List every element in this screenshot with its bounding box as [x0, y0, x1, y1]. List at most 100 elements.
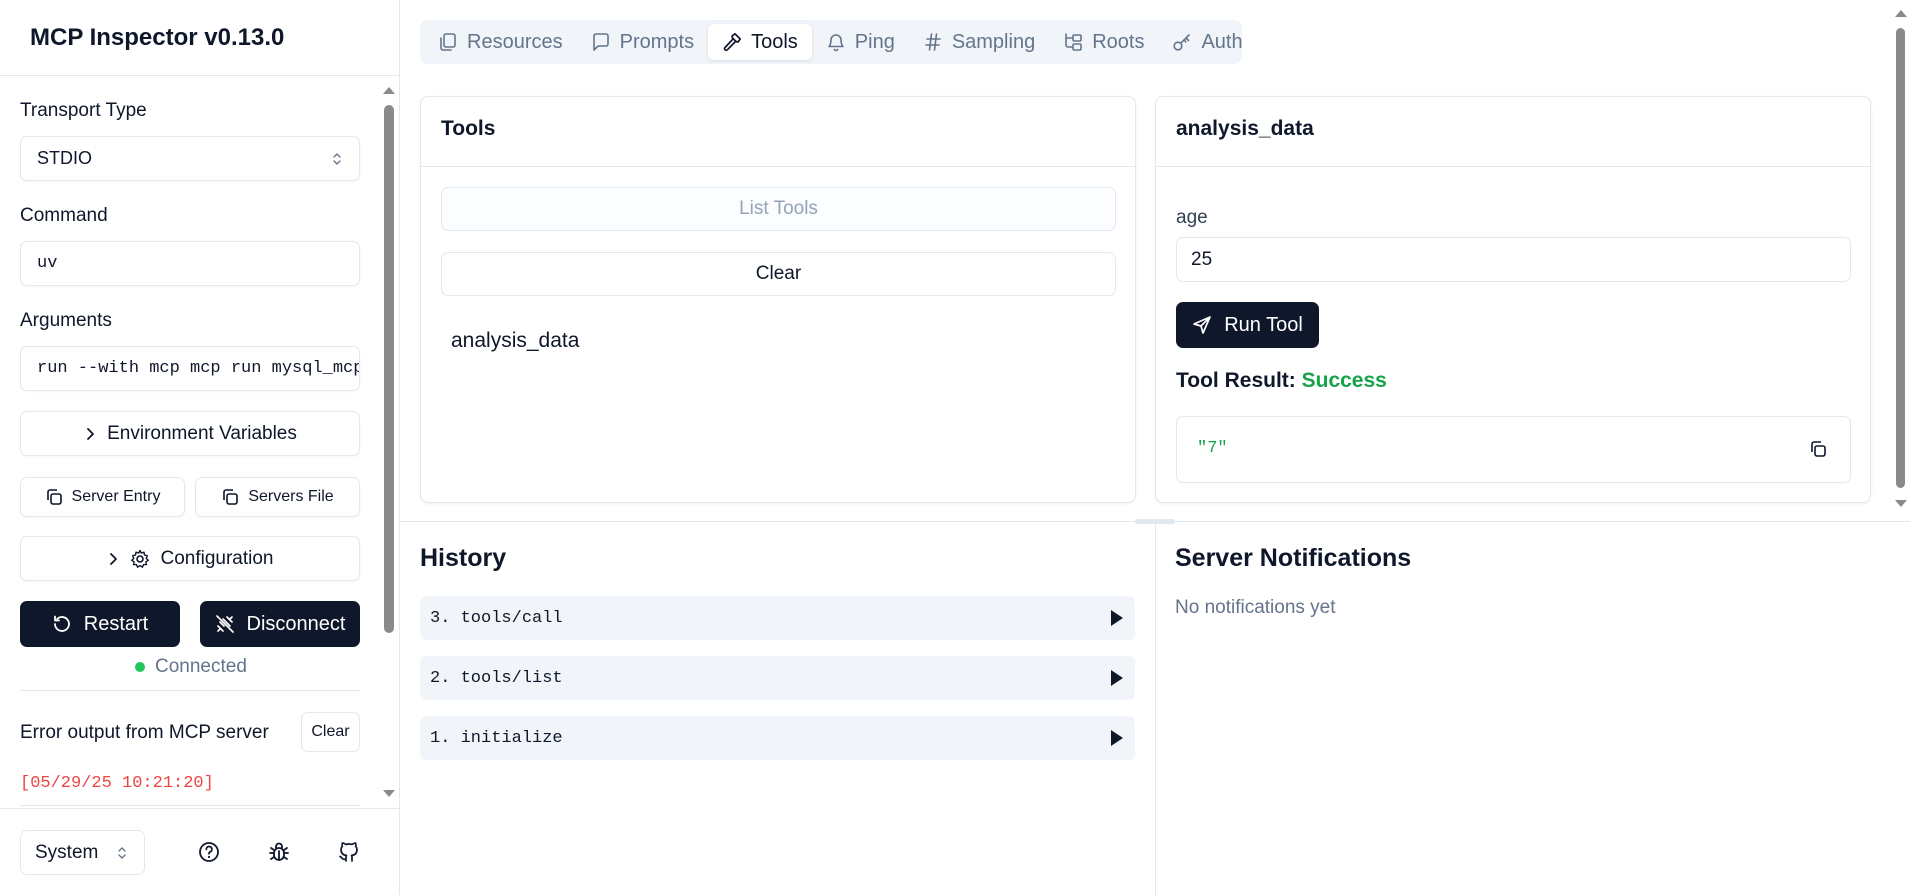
files-icon	[438, 32, 458, 52]
tool-result-label: Tool Result:	[1176, 369, 1296, 392]
arguments-value: run --with mcp mcp run mysql_mcp	[37, 359, 359, 378]
theme-select[interactable]: System	[20, 830, 145, 875]
tab-prompts[interactable]: Prompts	[577, 24, 708, 60]
notifications-empty-text: No notifications yet	[1175, 597, 1336, 618]
tool-result-heading: Tool Result: Success	[1176, 369, 1387, 393]
history-item-label: 3. tools/call	[430, 608, 563, 628]
server-entry-button[interactable]: Server Entry	[20, 477, 185, 517]
servers-file-button[interactable]: Servers File	[195, 477, 360, 517]
main-scrollbar-thumb[interactable]	[1896, 28, 1905, 488]
tool-list-item[interactable]: analysis_data	[451, 329, 579, 353]
help-circle-icon[interactable]	[197, 840, 221, 864]
chevrons-up-down-icon	[116, 845, 128, 861]
servers-file-label: Servers File	[248, 488, 334, 505]
arguments-label: Arguments	[20, 310, 112, 331]
tab-label: Prompts	[619, 30, 695, 53]
environment-variables-label: Environment Variables	[107, 422, 297, 444]
history-item[interactable]: 1. initialize	[420, 716, 1135, 760]
play-icon[interactable]	[1111, 610, 1123, 626]
tab-label: Auth	[1201, 30, 1243, 53]
divider	[1156, 166, 1870, 167]
clear-tools-button[interactable]: Clear	[441, 252, 1116, 296]
transport-type-value: STDIO	[37, 148, 93, 168]
play-icon[interactable]	[1111, 730, 1123, 746]
run-tool-button[interactable]: Run Tool	[1176, 302, 1319, 348]
divider	[20, 805, 360, 806]
error-output-label: Error output from MCP server	[20, 722, 269, 743]
configuration-button[interactable]: Configuration	[20, 536, 360, 581]
divider	[1155, 522, 1156, 895]
tab-resources[interactable]: Resources	[424, 24, 577, 60]
age-param-label: age	[1176, 207, 1208, 228]
bug-icon[interactable]	[267, 840, 291, 864]
hash-icon	[923, 32, 943, 52]
disconnect-button[interactable]: Disconnect	[200, 601, 360, 647]
message-square-icon	[591, 32, 611, 52]
divider	[421, 166, 1135, 167]
command-label: Command	[20, 205, 108, 226]
divider	[0, 808, 399, 809]
tab-auth[interactable]: Auth	[1158, 24, 1256, 60]
tool-result-status: Success	[1301, 369, 1387, 392]
history-item-label: 1. initialize	[430, 728, 563, 748]
tool-detail-card: analysis_data age 25 Run Tool Tool Resul…	[1155, 96, 1871, 503]
error-clear-button[interactable]: Clear	[301, 712, 360, 752]
list-tools-button[interactable]: List Tools	[441, 187, 1116, 231]
tab-ping[interactable]: Ping	[812, 24, 909, 60]
history-item[interactable]: 2. tools/list	[420, 656, 1135, 700]
sidebar-scrollbar-thumb[interactable]	[384, 105, 394, 633]
theme-value: System	[35, 841, 99, 863]
tab-label: Sampling	[951, 30, 1036, 53]
tab-label: Roots	[1092, 30, 1145, 53]
scroll-down-arrow[interactable]	[383, 790, 395, 797]
send-icon	[1192, 315, 1212, 335]
copy-icon[interactable]	[1808, 439, 1828, 459]
command-input[interactable]: uv	[20, 241, 360, 286]
environment-variables-button[interactable]: Environment Variables	[20, 411, 360, 456]
history-item[interactable]: 3. tools/call	[420, 596, 1135, 640]
arguments-input[interactable]: run --with mcp mcp run mysql_mcp	[20, 346, 360, 391]
command-value: uv	[37, 254, 58, 273]
unplug-icon	[215, 614, 235, 634]
play-icon[interactable]	[1111, 670, 1123, 686]
age-param-value: 25	[1191, 248, 1213, 270]
tools-card: Tools List Tools Clear analysis_data	[420, 96, 1136, 503]
scroll-up-arrow[interactable]	[1895, 10, 1907, 17]
tab-bar: Resources Prompts Tools Ping Sampling Ro…	[420, 20, 1243, 64]
disconnect-label: Disconnect	[246, 612, 346, 635]
tab-label: Resources	[467, 30, 563, 53]
scroll-up-arrow[interactable]	[383, 87, 395, 94]
tools-card-title: Tools	[441, 117, 496, 140]
configuration-label: Configuration	[160, 547, 274, 569]
rotate-ccw-icon	[52, 614, 72, 634]
folder-tree-icon	[1063, 32, 1083, 52]
restart-button[interactable]: Restart	[20, 601, 180, 647]
restart-label: Restart	[83, 612, 149, 635]
github-icon[interactable]	[337, 840, 361, 864]
tool-result-box: "7"	[1176, 416, 1851, 483]
age-param-input[interactable]: 25	[1176, 237, 1851, 282]
bell-icon	[826, 32, 846, 52]
transport-type-select[interactable]: STDIO	[20, 136, 360, 181]
chevrons-up-down-icon	[331, 151, 343, 167]
tab-label: Ping	[854, 30, 895, 53]
tab-sampling[interactable]: Sampling	[909, 24, 1049, 60]
divider	[20, 690, 360, 691]
tab-roots[interactable]: Roots	[1049, 24, 1158, 60]
copy-icon	[45, 488, 63, 506]
history-item-label: 2. tools/list	[430, 668, 563, 688]
history-title: History	[420, 544, 507, 572]
app-title: MCP Inspector v0.13.0	[30, 24, 285, 51]
connection-status: Connected	[135, 656, 247, 678]
chevron-right-icon	[106, 552, 120, 566]
scroll-down-arrow[interactable]	[1895, 500, 1907, 507]
server-entry-label: Server Entry	[71, 488, 161, 505]
tool-detail-title: analysis_data	[1176, 117, 1314, 140]
server-notifications-title: Server Notifications	[1175, 544, 1412, 572]
tab-tools[interactable]: Tools	[708, 24, 812, 60]
status-dot	[135, 662, 145, 672]
divider	[0, 75, 399, 76]
sidebar: MCP Inspector v0.13.0 Transport Type STD…	[0, 0, 400, 895]
transport-type-label: Transport Type	[20, 100, 147, 121]
chevron-right-icon	[83, 427, 97, 441]
